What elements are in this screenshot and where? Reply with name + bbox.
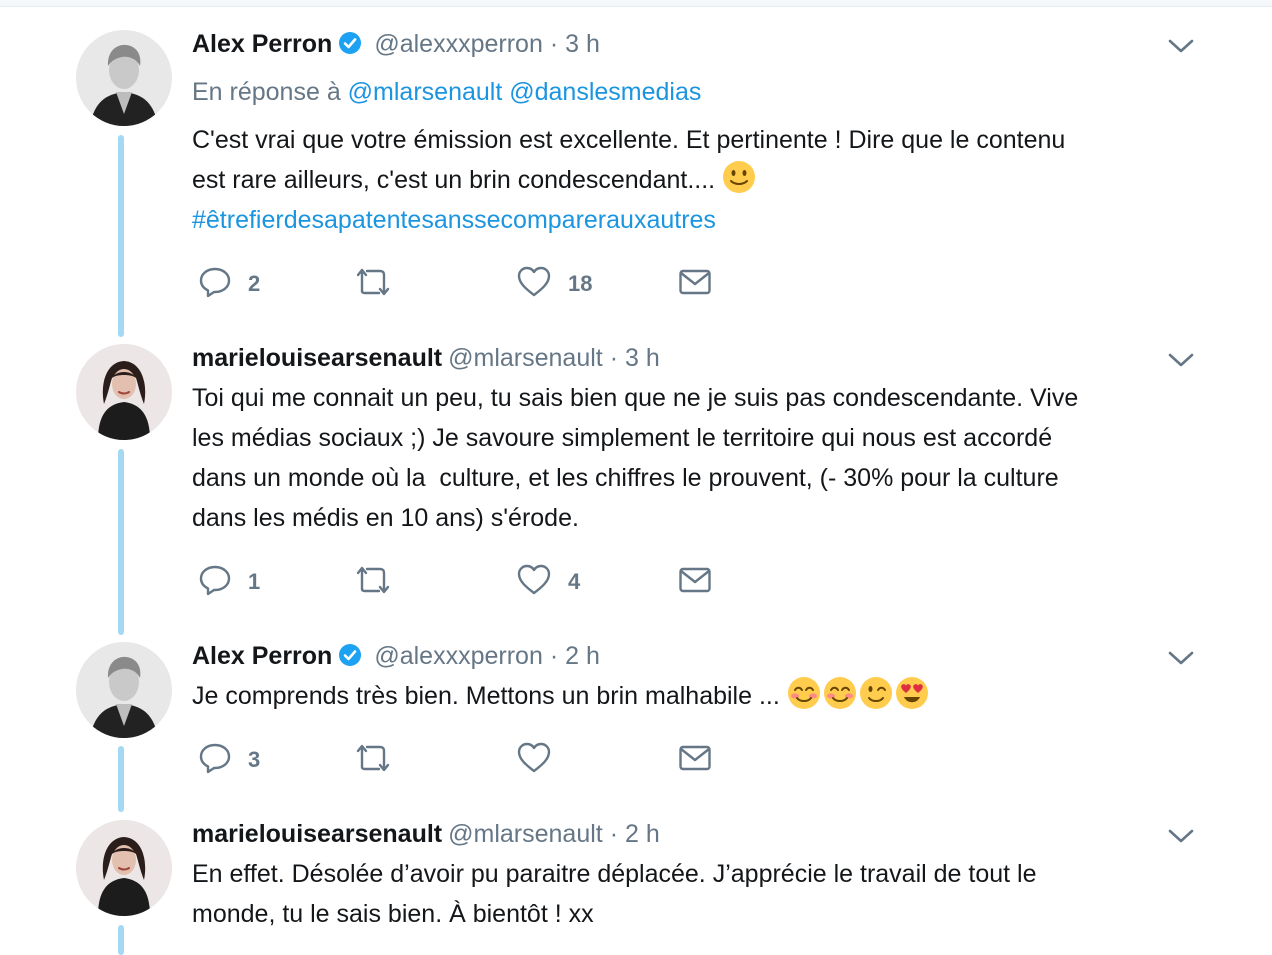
reply-prefix: En réponse à [192, 78, 341, 106]
heart-eyes-face-emoji-icon [895, 676, 929, 710]
reply-action[interactable]: 1 [198, 562, 260, 602]
verified-badge-icon [338, 643, 362, 675]
avatar-marielouisearsenault[interactable] [76, 820, 172, 916]
like-action[interactable] [516, 740, 552, 780]
envelope-icon[interactable] [678, 743, 712, 778]
reply-count: 3 [248, 747, 261, 772]
tweet-actions: 3 [192, 740, 752, 780]
separator-dot: · [609, 344, 619, 372]
retweet-action[interactable] [356, 264, 394, 304]
mention-link[interactable]: @danslesmedias [509, 78, 701, 106]
reply-count: 2 [248, 271, 261, 296]
tweet-text-line: les médias sociaux ;) Je savoure simplem… [192, 424, 1053, 452]
tweet-text-line: En effet. Désolée d’avoir pu paraitre dé… [192, 860, 1037, 888]
like-count: 4 [568, 569, 581, 594]
direct-message-action[interactable] [678, 264, 712, 304]
tweet-actions: 1 4 [192, 562, 752, 602]
reply-action[interactable]: 3 [198, 740, 260, 780]
author-handle[interactable]: @alexxxperron [374, 642, 543, 670]
reply-action[interactable]: 2 [198, 264, 260, 304]
separator-dot: · [549, 642, 559, 670]
reply-count: 1 [248, 569, 261, 594]
envelope-icon[interactable] [678, 565, 712, 600]
author-name[interactable]: marielouisearsenault [192, 820, 442, 848]
retweet-icon[interactable] [356, 563, 394, 602]
tweet-text: C'est vrai que votre émission est excell… [192, 120, 1192, 240]
like-count: 18 [568, 271, 593, 296]
chevron-down-icon[interactable] [1166, 36, 1196, 56]
chevron-down-icon[interactable] [1166, 350, 1196, 370]
envelope-icon[interactable] [678, 267, 712, 302]
tweet-header: marielouisearsenault @mlarsenault · 3 h [192, 342, 660, 374]
tweet-timestamp[interactable]: 3 h [565, 30, 600, 58]
avatar-alex-perron[interactable] [76, 642, 172, 738]
tweet-text-line: dans un monde où la culture, et les chif… [192, 464, 1059, 492]
tweet-header: Alex Perron @alexxxperron · 2 h [192, 640, 600, 672]
direct-message-action[interactable] [678, 740, 712, 780]
retweet-action[interactable] [356, 740, 394, 780]
verified-badge-icon [338, 31, 362, 63]
tweet-header: Alex Perron @alexxxperron · 3 h [192, 28, 600, 60]
author-handle[interactable]: @mlarsenault [448, 344, 603, 372]
avatar-marielouisearsenault[interactable] [76, 344, 172, 440]
author-name[interactable]: Alex Perron [192, 642, 332, 670]
author-handle[interactable]: @mlarsenault [448, 820, 603, 848]
tweet-header: marielouisearsenault @mlarsenault · 2 h [192, 818, 660, 850]
tweet-text-line: Je comprends très bien. Mettons un brin … [192, 682, 780, 710]
tweet-text-line: monde, tu le sais bien. À bientôt ! xx [192, 900, 594, 928]
separator-dot: · [549, 30, 559, 58]
reply-icon[interactable] [198, 741, 232, 780]
tweet[interactable]: Alex Perron @alexxxperron · 3 h En répons… [0, 0, 1272, 340]
retweet-icon[interactable] [356, 265, 394, 304]
tweet-text: Toi qui me connait un peu, tu sais bien … [192, 378, 1192, 538]
tweet-text-line: dans les médis en 10 ans) s'érode. [192, 504, 579, 532]
reply-icon[interactable] [198, 265, 232, 304]
tweet[interactable]: Alex Perron @alexxxperron · 2 h Je compre… [0, 640, 1272, 816]
tweet-text-line: C'est vrai que votre émission est excell… [192, 126, 1066, 154]
author-handle[interactable]: @alexxxperron [374, 30, 543, 58]
author-name[interactable]: marielouisearsenault [192, 344, 442, 372]
tweet[interactable]: marielouisearsenault @mlarsenault · 3 h T… [0, 340, 1272, 640]
smiling-face-with-smiling-eyes-emoji-icon [787, 676, 821, 710]
reply-icon[interactable] [198, 563, 232, 602]
tweet-text-line: est rare ailleurs, c'est un brin condesc… [192, 166, 716, 194]
tweet-text-line: Toi qui me connait un peu, tu sais bien … [192, 384, 1079, 412]
separator-dot: · [609, 820, 619, 848]
avatar-alex-perron[interactable] [76, 30, 172, 126]
chevron-down-icon[interactable] [1166, 826, 1196, 846]
tweet-timestamp[interactable]: 3 h [625, 344, 660, 372]
tweet-timestamp[interactable]: 2 h [565, 642, 600, 670]
heart-icon[interactable] [516, 265, 552, 304]
tweet-text: Je comprends très bien. Mettons un brin … [192, 676, 1192, 716]
reply-context: En réponse à @mlarsenault @danslesmedias [192, 76, 701, 108]
like-action[interactable]: 4 [516, 562, 580, 602]
heart-icon[interactable] [516, 563, 552, 602]
heart-icon[interactable] [516, 741, 552, 780]
slightly-smiling-face-emoji-icon [722, 160, 756, 194]
retweet-action[interactable] [356, 562, 394, 602]
direct-message-action[interactable] [678, 562, 712, 602]
author-name[interactable]: Alex Perron [192, 30, 332, 58]
tweet-text: En effet. Désolée d’avoir pu paraitre dé… [192, 854, 1192, 934]
chevron-down-icon[interactable] [1166, 648, 1196, 668]
tweet-actions: 2 18 [192, 264, 752, 304]
tweet-timestamp[interactable]: 2 h [625, 820, 660, 848]
mention-link[interactable]: @mlarsenault [348, 78, 503, 106]
winking-face-emoji-icon [859, 676, 893, 710]
smiling-face-with-smiling-eyes-emoji-icon [823, 676, 857, 710]
like-action[interactable]: 18 [516, 264, 592, 304]
tweet[interactable]: marielouisearsenault @mlarsenault · 2 h E… [0, 816, 1272, 952]
hashtag-link[interactable]: #êtrefierdesapatentesanssecomparerauxaut… [192, 206, 716, 234]
retweet-icon[interactable] [356, 741, 394, 780]
